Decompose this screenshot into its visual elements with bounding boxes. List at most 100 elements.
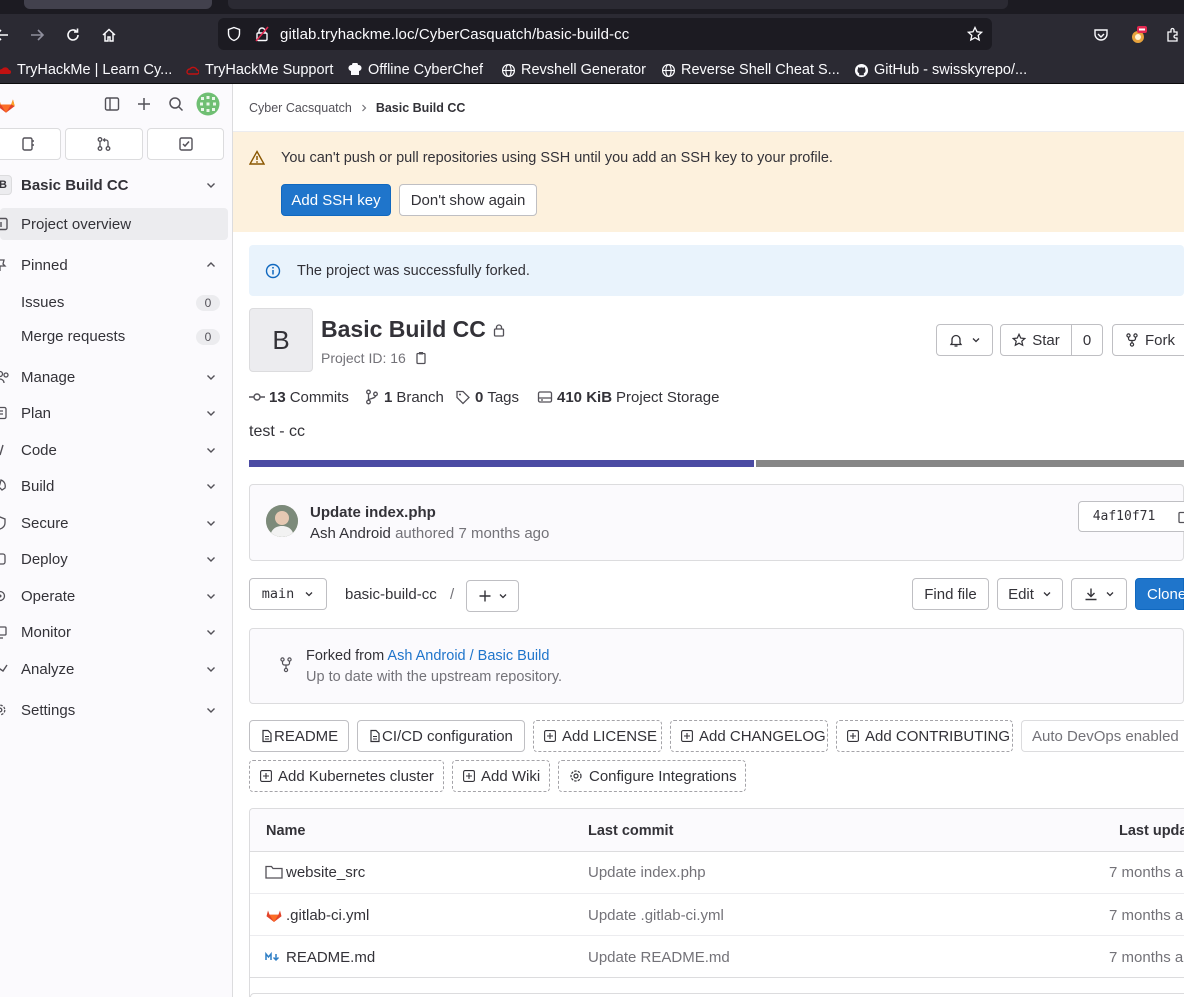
sidebar-item-build[interactable]: Build — [0, 470, 228, 502]
branch-selector[interactable]: main — [249, 578, 327, 610]
shield-icon[interactable] — [226, 26, 242, 42]
add-wiki-button[interactable]: Add Wiki — [452, 760, 550, 792]
forward-arrow-icon[interactable] — [25, 23, 49, 47]
bookmark-star-icon[interactable] — [967, 26, 983, 42]
sidebar-item-plan[interactable]: Plan — [0, 397, 228, 429]
commit-message-link[interactable]: Update README.md — [588, 949, 730, 966]
gitlab-tanuki-logo-icon[interactable] — [0, 92, 18, 116]
browser-tab[interactable] — [24, 0, 212, 9]
edit-dropdown-button[interactable]: Edit — [997, 578, 1063, 610]
add-contributing-button[interactable]: Add CONTRIBUTING — [836, 720, 1013, 752]
url-bar[interactable]: gitlab.tryhackme.loc/CyberCasquatch/basi… — [218, 18, 992, 50]
sidebar-item-monitor[interactable]: Monitor — [0, 616, 228, 648]
file-name-link[interactable]: .gitlab-ci.yml — [286, 907, 369, 924]
tags-link[interactable]: 0 Tags — [455, 388, 519, 406]
collapse-sidebar-icon[interactable] — [100, 92, 124, 116]
download-source-button[interactable] — [1071, 578, 1127, 610]
pocket-icon[interactable] — [1089, 23, 1113, 47]
auto-devops-enabled-button[interactable]: Auto DevOps enabled — [1021, 720, 1184, 752]
create-new-plus-icon[interactable] — [132, 92, 156, 116]
assigned-issues-button[interactable] — [0, 128, 61, 160]
sidebar-item-secure[interactable]: Secure — [0, 507, 228, 539]
chevron-down-icon — [207, 411, 215, 416]
breadcrumb-project[interactable]: Basic Build CC — [376, 101, 466, 115]
extensions-puzzle-icon[interactable] — [1161, 23, 1184, 47]
add-ssh-key-button[interactable]: Add SSH key — [281, 184, 391, 216]
readme-button[interactable]: README — [249, 720, 349, 752]
repository-language-bar — [249, 460, 1184, 467]
configure-integrations-button[interactable]: Configure Integrations — [558, 760, 746, 792]
dont-show-again-button[interactable]: Don't show again — [399, 184, 537, 216]
commit-author-link[interactable]: Ash Android — [310, 525, 391, 542]
chevron-down-icon — [207, 375, 215, 380]
path-separator: / — [450, 586, 455, 603]
back-arrow-icon[interactable] — [0, 23, 14, 47]
insecure-lock-icon[interactable] — [254, 26, 270, 42]
add-changelog-button[interactable]: Add CHANGELOG — [670, 720, 828, 752]
add-kubernetes-cluster-button[interactable]: Add Kubernetes cluster — [249, 760, 444, 792]
commits-link[interactable]: 13 Commits — [249, 388, 349, 406]
commit-message-link[interactable]: Update .gitlab-ci.yml — [588, 907, 724, 924]
file-name-link[interactable]: README.md — [286, 949, 375, 966]
clone-button[interactable]: Clone — [1135, 578, 1184, 610]
add-to-tree-button[interactable] — [466, 580, 519, 612]
language-segment-other[interactable] — [756, 460, 1184, 467]
project-id-row: Project ID: 16 — [321, 350, 428, 366]
sidebar-item-code[interactable]: Code — [0, 434, 228, 466]
find-file-button[interactable]: Find file — [912, 578, 989, 610]
table-row[interactable]: website_src Update index.php 7 months a — [250, 851, 1184, 893]
breadcrumb-group[interactable]: Cyber Cacsquatch — [249, 101, 352, 115]
sidebar-item-settings[interactable]: Settings — [0, 694, 228, 726]
info-circle-icon — [265, 263, 281, 279]
sidebar-section-pinned[interactable]: Pinned — [0, 249, 228, 281]
bookmark-cyberchef[interactable]: Offline CyberChef — [347, 60, 483, 80]
repo-path-link[interactable]: basic-build-cc — [345, 586, 437, 603]
extension-badge-icon[interactable] — [1126, 23, 1150, 47]
github-icon — [853, 62, 869, 78]
table-row[interactable]: README.md Update README.md 7 months a — [250, 935, 1184, 977]
bookmark-reverse-shell-cheat-sheet[interactable]: Reverse Shell Cheat S... — [660, 60, 840, 80]
breadcrumb: Cyber Cacsquatch Basic Build CC — [249, 101, 465, 115]
branches-link[interactable]: 1 Branch — [364, 388, 444, 406]
last-commit-panel: Update index.php Ash Android authored 7 … — [249, 484, 1184, 561]
todo-list-button[interactable] — [147, 128, 224, 160]
fork-source-link[interactable]: Ash Android / Basic Build — [387, 648, 549, 664]
bookmark-tryhackme-support[interactable]: TryHackMe Support — [184, 60, 333, 80]
user-avatar[interactable] — [196, 92, 220, 116]
sidebar-item-project-overview[interactable]: Project overview — [0, 208, 228, 240]
home-icon[interactable] — [97, 23, 121, 47]
commit-sha[interactable]: 4af10f71 — [1078, 501, 1170, 532]
sidebar-item-operate[interactable]: Operate — [0, 580, 228, 612]
table-row[interactable]: .gitlab-ci.yml Update .gitlab-ci.yml 7 m… — [250, 893, 1184, 935]
url-text[interactable]: gitlab.tryhackme.loc/CyberCasquatch/basi… — [280, 26, 629, 43]
notification-settings-button[interactable] — [936, 324, 993, 356]
author-avatar[interactable] — [266, 505, 298, 537]
branch-icon — [366, 389, 378, 405]
bookmark-github-swisskyrepo[interactable]: GitHub - swisskyrepo/... — [853, 60, 1027, 80]
sidebar-item-analyze[interactable]: Analyze — [0, 653, 228, 685]
last-commit-title[interactable]: Update index.php — [310, 504, 436, 521]
sidebar-item-merge-requests[interactable]: Merge requests 0 — [0, 320, 228, 352]
bookmark-revshell-generator[interactable]: Revshell Generator — [500, 60, 646, 80]
copy-sha-button[interactable] — [1169, 501, 1184, 532]
add-license-button[interactable]: Add LICENSE — [533, 720, 662, 752]
star-button[interactable]: Star — [1000, 324, 1072, 356]
star-count-button[interactable]: 0 — [1071, 324, 1103, 356]
search-icon[interactable] — [164, 92, 188, 116]
reload-icon[interactable] — [61, 23, 85, 47]
file-name-link[interactable]: website_src — [286, 864, 365, 881]
browser-tab-active[interactable] — [228, 0, 1008, 9]
settings-gear-icon — [570, 770, 582, 782]
commit-message-link[interactable]: Update index.php — [588, 864, 706, 881]
sidebar-item-manage[interactable]: Manage — [0, 361, 228, 393]
project-switcher[interactable]: B Basic Build CC — [0, 169, 228, 201]
bookmark-tryhackme[interactable]: TryHackMe | Learn Cy... — [0, 60, 172, 80]
chevron-down-icon — [207, 667, 215, 672]
sidebar-item-deploy[interactable]: Deploy — [0, 543, 228, 575]
sidebar-item-issues[interactable]: Issues 0 — [0, 286, 228, 318]
language-segment-primary[interactable] — [249, 460, 754, 467]
merge-requests-button[interactable] — [65, 128, 143, 160]
project-storage-link[interactable]: 410 KiB Project Storage — [537, 388, 719, 406]
fork-button[interactable]: Fork — [1112, 324, 1184, 356]
cicd-configuration-button[interactable]: CI/CD configuration — [357, 720, 525, 752]
